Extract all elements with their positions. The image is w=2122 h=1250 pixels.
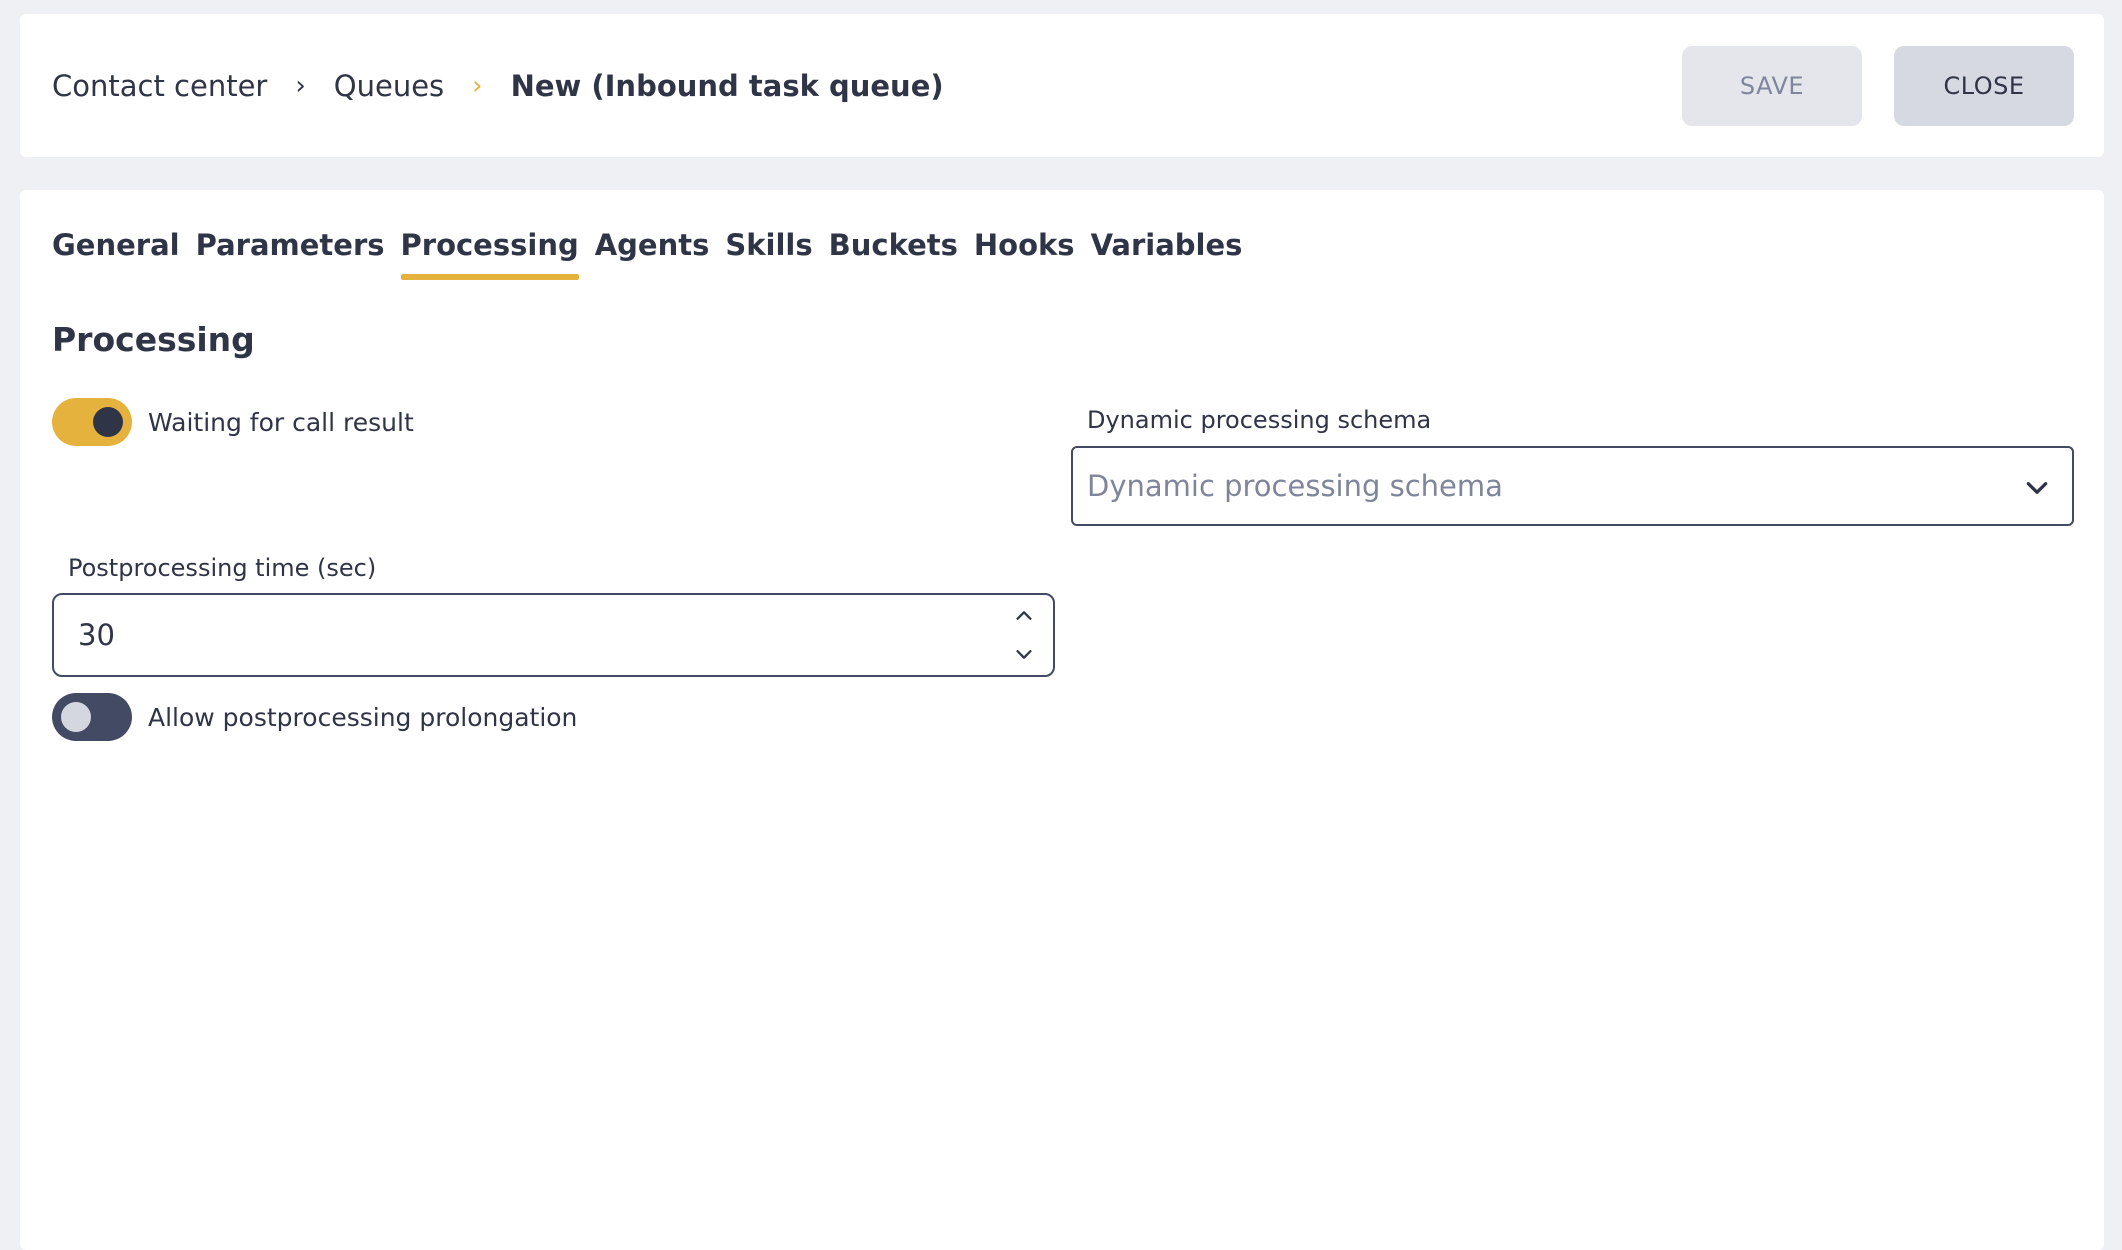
tab-parameters[interactable]: Parameters [196, 228, 385, 274]
breadcrumb-current: New (Inbound task queue) [510, 68, 944, 103]
breadcrumb-separator-icon: › [295, 70, 306, 101]
dynamic-schema-label: Dynamic processing schema [1087, 406, 1432, 434]
chevron-down-icon [2026, 482, 2048, 494]
allow-prolongation-toggle[interactable] [52, 693, 132, 741]
postprocessing-time-input[interactable]: 30 [52, 593, 1055, 677]
toggle-knob [61, 702, 91, 732]
chevron-down-icon[interactable] [1013, 643, 1035, 665]
waiting-for-call-result-toggle[interactable] [52, 398, 132, 446]
chevron-up-icon[interactable] [1013, 605, 1035, 627]
tab-bar: General Parameters Processing Agents Ski… [52, 228, 1243, 280]
section-title: Processing [52, 320, 255, 359]
postprocessing-time-label: Postprocessing time (sec) [68, 554, 377, 582]
toggle-knob [93, 407, 123, 437]
tab-variables[interactable]: Variables [1091, 228, 1243, 274]
page-header: Contact center › Queues › New (Inbound t… [20, 14, 2104, 157]
breadcrumb-item-queues[interactable]: Queues [334, 69, 444, 103]
breadcrumb: Contact center › Queues › New (Inbound t… [52, 14, 944, 157]
tab-hooks[interactable]: Hooks [974, 228, 1075, 274]
allow-prolongation-row: Allow postprocessing prolongation [52, 693, 577, 741]
main-content: General Parameters Processing Agents Ski… [20, 190, 2104, 1250]
waiting-for-call-result-label: Waiting for call result [148, 407, 414, 437]
tab-skills[interactable]: Skills [725, 228, 812, 274]
tab-agents[interactable]: Agents [595, 228, 710, 274]
breadcrumb-separator-icon: › [472, 70, 483, 101]
breadcrumb-item-contact-center[interactable]: Contact center [52, 69, 267, 103]
tab-buckets[interactable]: Buckets [829, 228, 958, 274]
allow-prolongation-label: Allow postprocessing prolongation [148, 702, 578, 732]
postprocessing-time-value: 30 [78, 618, 115, 652]
save-button[interactable]: SAVE [1682, 46, 1862, 126]
waiting-for-call-result-row: Waiting for call result [52, 398, 414, 446]
dynamic-schema-placeholder: Dynamic processing schema [1087, 469, 1503, 503]
tab-processing[interactable]: Processing [400, 228, 579, 280]
dynamic-schema-select[interactable]: Dynamic processing schema [1071, 446, 2074, 526]
tab-general[interactable]: General [52, 228, 180, 274]
close-button[interactable]: CLOSE [1894, 46, 2074, 126]
